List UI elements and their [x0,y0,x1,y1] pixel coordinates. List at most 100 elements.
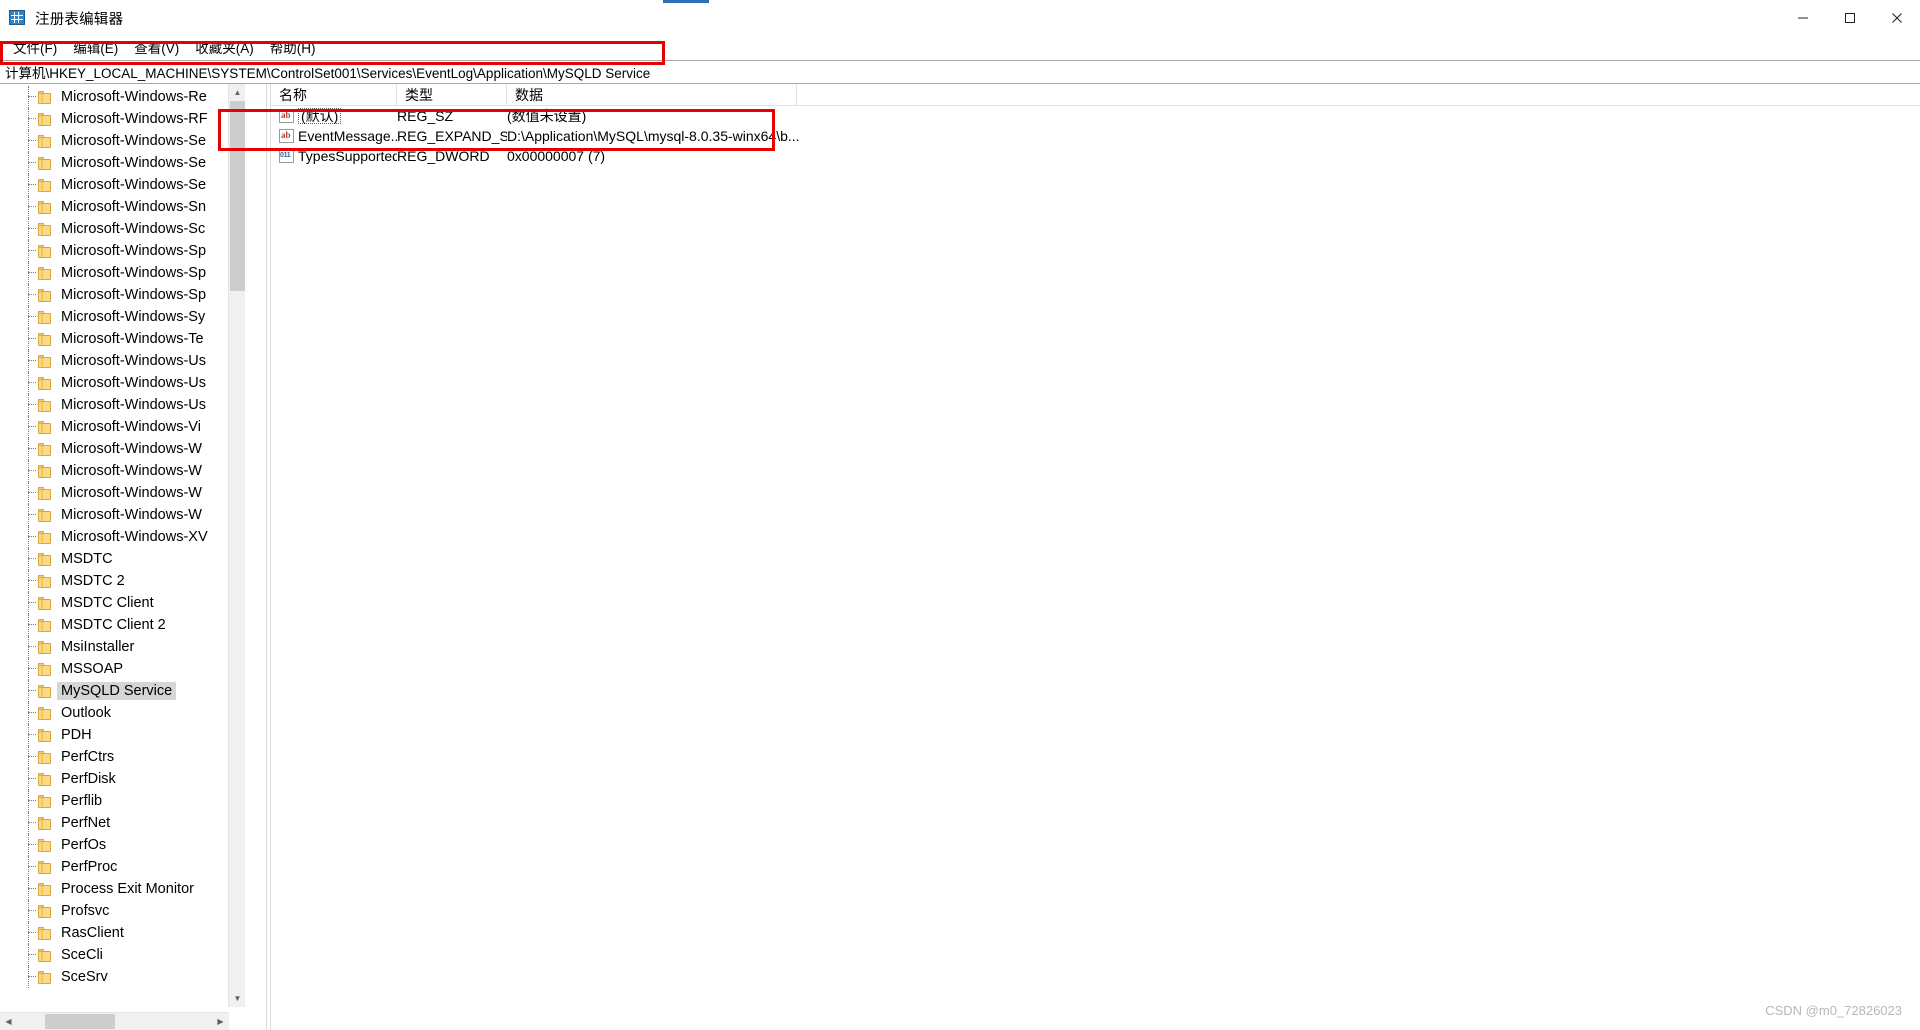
tree-vertical-scrollbar[interactable]: ▲ ▼ [228,84,245,1007]
tree-item-label: Microsoft-Windows-Se [61,154,207,171]
menu-edit[interactable]: 编辑(E) [65,36,126,58]
tree-item[interactable]: SceSrv [0,966,246,988]
tree-horizontal-scroll-thumb[interactable] [45,1014,115,1029]
tree-item[interactable]: Microsoft-Windows-Se [0,152,246,174]
tree-guide-line [28,328,29,350]
registry-editor-window: 注册表编辑器 文件(F) 编辑(E) 查看(V) 收藏夹(A) 帮助(H) 计算… [0,0,1920,1030]
tree-branch-line [28,910,36,911]
tree-branch-line [28,712,36,713]
tree-guide-line [28,570,29,592]
tree-item-label: MSDTC [61,550,113,567]
value-name-label: TypesSupported [298,148,397,164]
tree-item[interactable]: PerfNet [0,812,246,834]
tree-item[interactable]: Microsoft-Windows-Sn [0,196,246,218]
tree-item-label: Microsoft-Windows-Se [61,132,207,149]
minimize-button[interactable] [1779,0,1826,36]
watermark: CSDN @m0_72826023 [1765,1003,1902,1018]
tree-item[interactable]: Microsoft-Windows-Sc [0,218,246,240]
tree-item[interactable]: Microsoft-Windows-W [0,460,246,482]
tree-item[interactable]: Microsoft-Windows-Sp [0,284,246,306]
tree-item[interactable]: Microsoft-Windows-Us [0,394,246,416]
tree-item-label: Microsoft-Windows-Sy [61,308,206,325]
tree-guide-line [28,812,29,834]
tree-item[interactable]: Microsoft-Windows-Us [0,372,246,394]
tree-guide-line [28,416,29,438]
tree-item[interactable]: PerfDisk [0,768,246,790]
tree-item[interactable]: Microsoft-Windows-Us [0,350,246,372]
column-header-data[interactable]: 数据 [507,84,797,106]
scroll-up-arrow-icon[interactable]: ▲ [229,84,246,101]
tree-item[interactable]: PerfProc [0,856,246,878]
tree-horizontal-scrollbar[interactable]: ◀ ▶ [0,1012,229,1030]
tree-item[interactable]: Microsoft-Windows-W [0,438,246,460]
tree-item[interactable]: SceCli [0,944,246,966]
tree-item[interactable]: Microsoft-Windows-Vi [0,416,246,438]
tree-branch-line [28,602,36,603]
tree-guide-line [28,372,29,394]
registry-value-row[interactable]: TypesSupportedREG_DWORD 0x00000007 (7) [271,146,1920,166]
tree-item[interactable]: Microsoft-Windows-Se [0,130,246,152]
tree-branch-line [28,888,36,889]
tree-guide-line [28,526,29,548]
tree-item[interactable]: Microsoft-Windows-W [0,504,246,526]
tree-item[interactable]: Microsoft-Windows-Sp [0,240,246,262]
tree-guide-line [28,702,29,724]
menu-favorites[interactable]: 收藏夹(A) [187,36,262,58]
tree-guide-line [28,922,29,944]
tree-branch-line [28,668,36,669]
menu-file[interactable]: 文件(F) [5,36,65,58]
value-name-cell: TypesSupported [271,146,397,166]
tree-item[interactable]: MSDTC 2 [0,570,246,592]
tree-item[interactable]: Perflib [0,790,246,812]
scroll-down-arrow-icon[interactable]: ▼ [229,990,246,1007]
tree-item[interactable]: MsiInstaller [0,636,246,658]
value-data-cell: 0x00000007 (7) [507,148,606,164]
menu-bar: 文件(F) 编辑(E) 查看(V) 收藏夹(A) 帮助(H) [0,36,1920,58]
maximize-button[interactable] [1826,0,1873,36]
menu-help[interactable]: 帮助(H) [262,36,324,58]
tree-item[interactable]: RasClient [0,922,246,944]
tree-guide-line [28,438,29,460]
tree-item[interactable]: Microsoft-Windows-RF [0,108,246,130]
folder-icon [38,222,53,236]
column-header-name[interactable]: 名称 [271,84,397,106]
tree-item-label: MySQLD Service [57,681,177,701]
tree-item[interactable]: Microsoft-Windows-Re [0,86,246,108]
tree-item[interactable]: PDH [0,724,246,746]
tree-item[interactable]: MSDTC [0,548,246,570]
registry-value-row[interactable]: EventMessage...REG_EXPAND_SZD:\Applicati… [271,126,1920,146]
tree-guide-line [28,152,29,174]
tree-item[interactable]: PerfOs [0,834,246,856]
tree-guide-line [28,658,29,680]
tree-branch-line [28,448,36,449]
tree-guide-line [28,614,29,636]
registry-value-row[interactable]: (默认) REG_SZ (数值未设置) [271,106,1920,126]
tree-item[interactable]: Outlook [0,702,246,724]
scroll-left-arrow-icon[interactable]: ◀ [0,1013,17,1030]
tree-item[interactable]: PerfCtrs [0,746,246,768]
tree-vertical-scroll-thumb[interactable] [230,101,245,291]
tree-item[interactable]: Microsoft-Windows-Sy [0,306,246,328]
tree-guide-line [28,460,29,482]
tree-item[interactable]: Microsoft-Windows-W [0,482,246,504]
menu-view[interactable]: 查看(V) [126,36,187,58]
tree-item[interactable]: MySQLD Service [0,680,246,702]
tree-item[interactable]: Microsoft-Windows-Se [0,174,246,196]
address-input[interactable]: 计算机\HKEY_LOCAL_MACHINE\SYSTEM\ControlSet… [0,60,1920,84]
close-button[interactable] [1873,0,1920,36]
tree-item[interactable]: Microsoft-Windows-Te [0,328,246,350]
scroll-right-arrow-icon[interactable]: ▶ [212,1013,229,1030]
tree-item[interactable]: Microsoft-Windows-Sp [0,262,246,284]
tree-item[interactable]: Microsoft-Windows-XV [0,526,246,548]
tree-item[interactable]: Profsvc [0,900,246,922]
folder-icon [38,530,53,544]
tree-item-label: Microsoft-Windows-Us [61,352,207,369]
tree-item[interactable]: MSDTC Client 2 [0,614,246,636]
tree-item[interactable]: MSSOAP [0,658,246,680]
tree-item[interactable]: Process Exit Monitor [0,878,246,900]
title-bar: 注册表编辑器 [0,0,1920,36]
column-header-type[interactable]: 类型 [397,84,507,106]
tree-item[interactable]: MSDTC Client [0,592,246,614]
tree-branch-line [28,360,36,361]
folder-icon [38,838,53,852]
